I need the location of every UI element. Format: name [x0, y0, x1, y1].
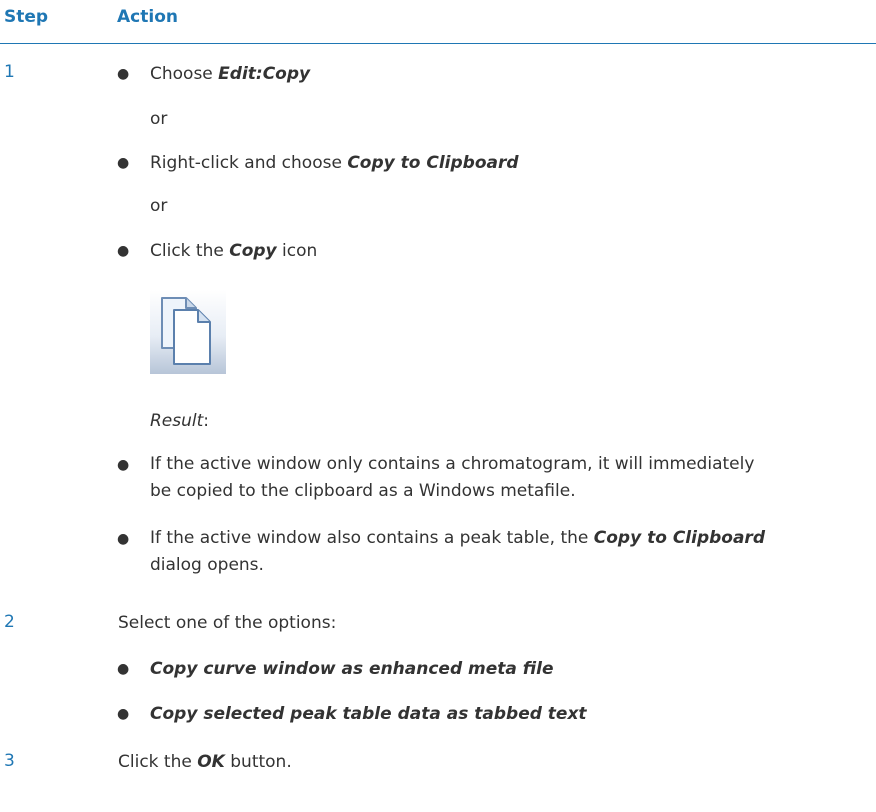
column-header-step: Step	[4, 7, 49, 27]
step-2-text: Select one of the options:	[118, 613, 337, 633]
or-text: or	[150, 109, 168, 129]
instruction-click-copy-icon: Click the Copy icon	[150, 241, 317, 261]
step-number-3: 3	[4, 751, 15, 771]
bullet-dot: ●	[117, 531, 130, 547]
result-label: Result:	[150, 411, 209, 431]
result-line: dialog opens.	[150, 555, 264, 575]
command-copy: Copy	[229, 241, 277, 261]
menu-command-edit-copy: Edit:Copy	[218, 64, 311, 84]
bullet-dot: ●	[117, 66, 130, 82]
result-line: be copied to the clipboard as a Windows …	[150, 481, 576, 501]
or-text: or	[150, 196, 168, 216]
bullet-dot: ●	[117, 243, 130, 259]
copy-icon-graphic	[161, 297, 211, 365]
result-colon: :	[203, 411, 210, 431]
step-number-2: 2	[4, 612, 15, 632]
header-divider	[0, 43, 876, 44]
option-tabbed-text: Copy selected peak table data as tabbed …	[150, 704, 587, 724]
bullet-dot: ●	[117, 155, 130, 171]
command-copy-to-clipboard: Copy to Clipboard	[347, 153, 519, 173]
copy-icon	[150, 290, 226, 374]
instruction-right-click: Right-click and choose Copy to Clipboard	[150, 153, 519, 173]
result-label-text: Result	[150, 411, 204, 431]
column-header-action: Action	[117, 7, 178, 27]
dialog-name-copy-to-clipboard: Copy to Clipboard	[593, 528, 765, 548]
instruction-text: Right-click and choose	[150, 153, 348, 173]
instruction-choose-edit-copy: Choose Edit:Copy	[150, 64, 310, 84]
result-text: If the active window also contains a pea…	[150, 528, 594, 548]
bullet-dot: ●	[117, 661, 130, 677]
instruction-text: Click the	[118, 752, 198, 772]
bullet-dot: ●	[117, 706, 130, 722]
result-item-peak-table: If the active window also contains a pea…	[150, 525, 850, 579]
option-enhanced-meta-file: Copy curve window as enhanced meta file	[150, 659, 554, 679]
instruction-text: Click the	[150, 241, 230, 261]
instruction-text: Choose	[150, 64, 219, 84]
instruction-text: button.	[224, 752, 292, 772]
result-line: If the active window also contains a pea…	[150, 525, 850, 552]
step-number-1: 1	[4, 62, 15, 82]
bullet-dot: ●	[117, 457, 130, 473]
result-item-chromatogram: If the active window only contains a chr…	[150, 451, 850, 505]
instruction-text: icon	[276, 241, 318, 261]
step-3-text: Click the OK button.	[118, 752, 292, 772]
result-line: If the active window only contains a chr…	[150, 454, 755, 474]
ok-button-reference: OK	[197, 752, 225, 772]
